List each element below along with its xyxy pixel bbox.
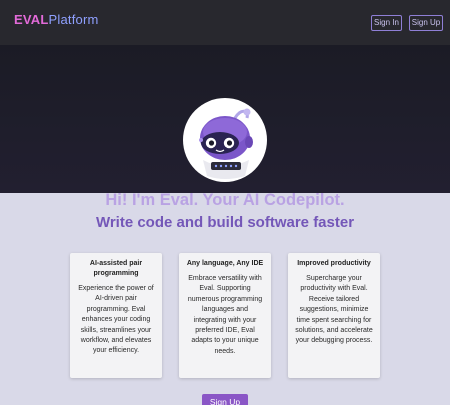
feature-card-body: Experience the power of AI-driven pair p… xyxy=(78,285,154,355)
feature-card-body: Supercharge your productivity with Eval.… xyxy=(295,275,373,345)
feature-card-body: Embrace versatility with Eval. Supportin… xyxy=(187,275,263,355)
feature-card-title: AI-assisted pair programming xyxy=(89,260,143,277)
feature-card-title: Any language, Any IDE xyxy=(186,260,264,267)
hero-section: Hi! I'm Eval. Your AI Codepilot. xyxy=(0,45,450,209)
sign-up-button[interactable]: Sign Up xyxy=(409,15,443,31)
logo-platform-text: Platform xyxy=(48,12,99,27)
logo-eval-text: EVAL xyxy=(14,12,49,27)
feature-card-productivity: Improved productivity Supercharge your p… xyxy=(288,253,380,378)
brand-logo[interactable]: EVALPlatform xyxy=(14,12,99,27)
cta-sign-up-button[interactable]: Sign Up xyxy=(202,394,248,405)
robot-mascot-icon xyxy=(183,98,267,182)
feature-card-pair-programming: AI-assisted pair programming Experience … xyxy=(70,253,162,378)
sign-in-button[interactable]: Sign In xyxy=(371,15,402,31)
hero-title: Hi! I'm Eval. Your AI Codepilot. xyxy=(105,191,345,209)
feature-card-any-language: Any language, Any IDE Embrace versatilit… xyxy=(179,253,271,378)
features-heading: Write code and build software faster xyxy=(95,214,355,231)
top-navbar: EVALPlatform Sign In Sign Up xyxy=(0,0,450,45)
feature-card-title: Improved productivity xyxy=(297,260,371,267)
